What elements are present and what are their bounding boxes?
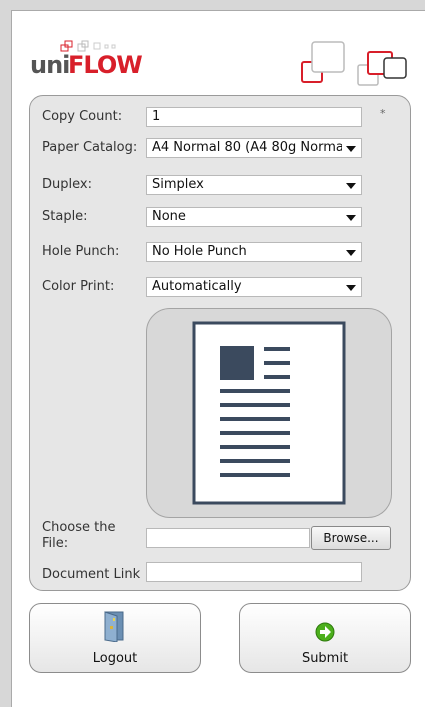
duplex-row: Duplex: Simplex <box>42 175 402 195</box>
logo-flow-text: FLOW <box>68 51 143 79</box>
copy-count-row: Copy Count: 1 * <box>42 107 402 127</box>
print-options-panel: Copy Count: 1 * Paper Catalog: A4 Normal… <box>29 95 411 591</box>
choose-file-label-line2: File: <box>42 536 69 551</box>
copy-count-input[interactable]: 1 <box>146 107 362 127</box>
paper-catalog-row: Paper Catalog: A4 Normal 80 (A4 80g Norm… <box>42 138 402 158</box>
chevron-down-icon <box>346 146 356 152</box>
hole-punch-label: Hole Punch: <box>42 244 120 259</box>
page-preview <box>146 308 392 518</box>
paper-catalog-label: Paper Catalog: <box>42 140 138 155</box>
chevron-down-icon <box>346 285 356 291</box>
chevron-down-icon <box>346 215 356 221</box>
door-exit-icon <box>30 610 200 646</box>
decorative-squares-icon <box>301 41 407 86</box>
color-print-label: Color Print: <box>42 279 115 294</box>
staple-select[interactable]: None <box>146 207 362 227</box>
chevron-down-icon <box>346 250 356 256</box>
color-print-value: Automatically <box>152 279 242 294</box>
copy-count-label: Copy Count: <box>42 109 123 124</box>
submit-button-label: Submit <box>301 651 349 666</box>
choose-file-label: Choose the File: <box>42 520 142 552</box>
required-marker: * <box>380 107 386 120</box>
choose-file-label-line1: Choose the <box>42 520 116 535</box>
browse-button[interactable]: Browse... <box>311 526 391 550</box>
chevron-down-icon <box>346 183 356 189</box>
logout-button[interactable]: Logout <box>29 603 201 673</box>
duplex-label: Duplex: <box>42 177 92 192</box>
staple-label: Staple: <box>42 209 88 224</box>
hole-punch-value: No Hole Punch <box>152 244 247 259</box>
hole-punch-row: Hole Punch: No Hole Punch <box>42 242 402 262</box>
staple-row: Staple: None <box>42 207 402 227</box>
uniflow-logo: uni FLOW <box>30 40 150 80</box>
paper-catalog-value: A4 Normal 80 (A4 80g Norma <box>152 140 342 155</box>
color-print-select[interactable]: Automatically <box>146 277 362 297</box>
logo-uni-text: uni <box>30 51 70 79</box>
hole-punch-select[interactable]: No Hole Punch <box>146 242 362 262</box>
logout-button-label: Logout <box>92 651 138 666</box>
document-page-icon <box>192 321 346 505</box>
document-link-input[interactable] <box>146 562 362 582</box>
paper-catalog-select[interactable]: A4 Normal 80 (A4 80g Norma <box>146 138 362 158</box>
submit-button[interactable]: Submit <box>239 603 411 673</box>
window-frame-top <box>11 0 425 11</box>
file-path-input[interactable] <box>146 528 310 548</box>
document-link-label: Document Link <box>42 567 141 582</box>
duplex-value: Simplex <box>152 177 204 192</box>
window-frame-left <box>0 0 12 707</box>
color-print-row: Color Print: Automatically <box>42 277 402 297</box>
duplex-select[interactable]: Simplex <box>146 175 362 195</box>
green-arrow-circle-icon <box>240 610 410 646</box>
staple-value: None <box>152 209 186 224</box>
